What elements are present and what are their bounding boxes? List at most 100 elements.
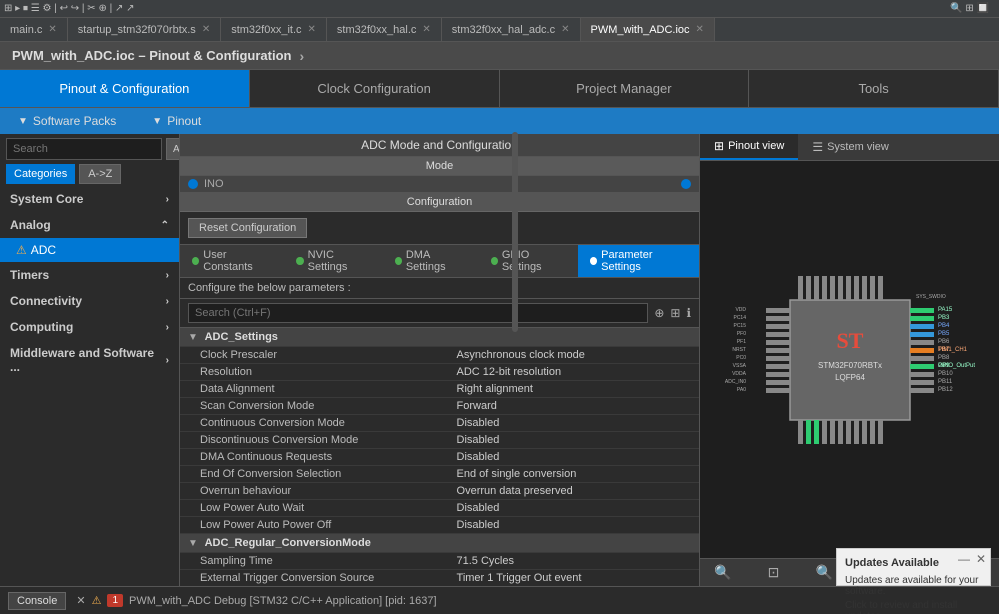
chevron-icon-middleware: › (166, 355, 169, 366)
settings-scroll[interactable]: ▼ ADC_Settings Clock Prescaler Asynchron… (180, 328, 699, 586)
tab-user-constants[interactable]: User Constants (180, 245, 284, 277)
file-tab-it[interactable]: stm32f0xx_it.c ✕ (221, 18, 327, 41)
search-button[interactable]: A→Z (166, 138, 180, 160)
svg-text:VDD: VDD (735, 307, 746, 313)
sub-nav: ▼ Software Packs ▼ Pinout (0, 108, 999, 134)
az-button[interactable]: A->Z (79, 164, 121, 184)
title-text: PWM_with_ADC.ioc – Pinout & Configuratio… (12, 48, 292, 63)
config-panel: ADC Mode and Configuration Mode INO Conf… (180, 134, 699, 586)
fit-view-button[interactable]: ⊡ (762, 562, 786, 583)
dot-icon-gpio (491, 257, 498, 265)
scrollbar-thumb[interactable] (512, 132, 518, 332)
file-tab-main[interactable]: main.c ✕ (0, 18, 68, 41)
file-tab-startup[interactable]: startup_stm32f070rbtx.s ✕ (68, 18, 221, 41)
close-console-icon[interactable]: ✕ (76, 594, 85, 607)
param-search-input[interactable] (188, 303, 648, 323)
svg-text:ST: ST (836, 328, 863, 353)
sidebar-item-adc[interactable]: ⚠ADC (0, 238, 179, 262)
svg-text:NRST: NRST (732, 347, 746, 353)
file-tabs: main.c ✕ startup_stm32f070rbtx.s ✕ stm32… (0, 18, 999, 42)
warning-indicator: ⚠ (92, 594, 102, 607)
param-filter-btn[interactable]: ⊕ (654, 306, 664, 320)
file-tab-ioc[interactable]: PWM_with_ADC.ioc ✕ (581, 18, 715, 41)
close-tab-ioc[interactable]: ✕ (696, 24, 704, 35)
svg-text:PC15: PC15 (733, 323, 746, 329)
sidebar-item-system-core[interactable]: System Core › (0, 186, 179, 212)
param-row: Configure the below parameters : (180, 278, 699, 299)
sidebar-item-analog[interactable]: Analog ⌃ (0, 212, 179, 238)
view-tab-system[interactable]: ☰ System view (798, 134, 903, 160)
error-count-badge: 1 (107, 594, 123, 607)
tab-dma-settings[interactable]: DMA Settings (383, 245, 479, 277)
close-tab-main[interactable]: ✕ (48, 24, 56, 35)
console-tab[interactable]: Console (8, 592, 66, 610)
search-input[interactable] (6, 138, 162, 160)
close-tab-startup[interactable]: ✕ (202, 24, 210, 35)
chevron-icon: › (166, 194, 169, 205)
debug-text: PWM_with_ADC Debug [STM32 C/C++ Applicat… (129, 595, 437, 607)
table-row: Discontinuous Conversion Mode Disabled (180, 432, 699, 449)
settings-table: ▼ ADC_Settings Clock Prescaler Asynchron… (180, 328, 699, 586)
nav-tab-tools[interactable]: Tools (749, 70, 999, 107)
sub-nav-pinout[interactable]: ▼ Pinout (134, 108, 219, 134)
param-info-btn[interactable]: ℹ (686, 306, 691, 320)
tab-nvic-settings[interactable]: NVIC Settings (284, 245, 382, 277)
svg-text:STM32F070RBTx: STM32F070RBTx (817, 361, 881, 370)
svg-text:PF0: PF0 (736, 331, 745, 337)
updates-close-button[interactable]: ✕ (976, 552, 986, 566)
chip-area: ST STM32F070RBTx LQFP64 (700, 161, 999, 558)
close-tab-it[interactable]: ✕ (308, 24, 316, 35)
sidebar-item-connectivity[interactable]: Connectivity › (0, 288, 179, 314)
close-tab-hal[interactable]: ✕ (422, 24, 430, 35)
sidebar-item-computing[interactable]: Computing › (0, 314, 179, 340)
svg-text:PA0: PA0 (736, 387, 745, 393)
view-tab-pinout[interactable]: ⊞ Pinout view (700, 134, 798, 160)
table-row: Sampling Time 71.5 Cycles (180, 553, 699, 570)
sidebar-item-timers[interactable]: Timers › (0, 262, 179, 288)
table-row: Clock Prescaler Asynchronous clock mode (180, 347, 699, 364)
group-toggle-regular[interactable]: ▼ (188, 538, 198, 549)
dot-icon-nvic (296, 257, 303, 265)
svg-text:PB8: PB8 (938, 355, 950, 361)
svg-text:GPIO_OutPut: GPIO_OutPut (938, 363, 975, 369)
main-nav: Pinout & Configuration Clock Configurati… (0, 70, 999, 108)
warning-icon: ⚠ (16, 243, 27, 257)
categories-button[interactable]: Categories (6, 164, 75, 184)
svg-text:VSSA: VSSA (732, 363, 746, 369)
file-tab-hal-adc[interactable]: stm32f0xx_hal_adc.c ✕ (442, 18, 581, 41)
nav-tab-project[interactable]: Project Manager (500, 70, 750, 107)
title-bar: PWM_with_ADC.ioc – Pinout & Configuratio… (0, 42, 999, 70)
tab-parameter-settings[interactable]: Parameter Settings (578, 245, 699, 277)
sub-nav-software-packs[interactable]: ▼ Software Packs (0, 108, 134, 134)
tab-gpio-settings[interactable]: GPIO Settings (479, 245, 578, 277)
table-row: DMA Continuous Requests Disabled (180, 449, 699, 466)
svg-text:PB10: PB10 (938, 371, 953, 377)
mode-header: Mode (180, 157, 699, 176)
svg-text:LQFP64: LQFP64 (835, 373, 865, 382)
table-row: Low Power Auto Power Off Disabled (180, 517, 699, 534)
arrow-icon: ▼ (18, 116, 28, 127)
updates-minimize-button[interactable]: — (958, 552, 970, 566)
zoom-in-button[interactable]: 🔍 (708, 562, 737, 583)
reset-row: Reset Configuration (180, 212, 699, 245)
param-expand-btn[interactable]: ⊞ (670, 306, 680, 320)
chevron-icon-connectivity: › (166, 296, 169, 307)
svg-text:PB6: PB6 (938, 339, 950, 345)
sidebar-item-middleware[interactable]: Middleware and Software ... › (0, 340, 179, 380)
top-bar: ⊞ ▸ ⏹ ☰ ⚙ | ↩ ↪ | ✂ ⊕ | ↗ ↗ 🔍 ⊞ 🔲 (0, 0, 999, 18)
zoom-out-button[interactable]: 🔍 (810, 562, 839, 583)
top-bar-right: 🔍 ⊞ 🔲 (950, 3, 989, 14)
group-toggle-adc[interactable]: ▼ (188, 332, 198, 343)
nav-tab-clock[interactable]: Clock Configuration (250, 70, 500, 107)
nav-tab-pinout[interactable]: Pinout & Configuration (0, 70, 250, 107)
svg-text:PB5: PB5 (938, 331, 950, 337)
config-header: ADC Mode and Configuration (180, 134, 699, 157)
reset-button[interactable]: Reset Configuration (188, 218, 307, 238)
file-tab-hal[interactable]: stm32f0xx_hal.c ✕ (327, 18, 442, 41)
chip-svg: ST STM32F070RBTx LQFP64 (710, 220, 990, 500)
pinout-panel: ⊞ Pinout view ☰ System view ST STM32F070… (699, 134, 999, 586)
close-tab-hal-adc[interactable]: ✕ (561, 24, 569, 35)
table-row: Overrun behaviour Overrun data preserved (180, 483, 699, 500)
dot-icon-param (590, 257, 597, 265)
svg-text:PB3: PB3 (938, 315, 950, 321)
